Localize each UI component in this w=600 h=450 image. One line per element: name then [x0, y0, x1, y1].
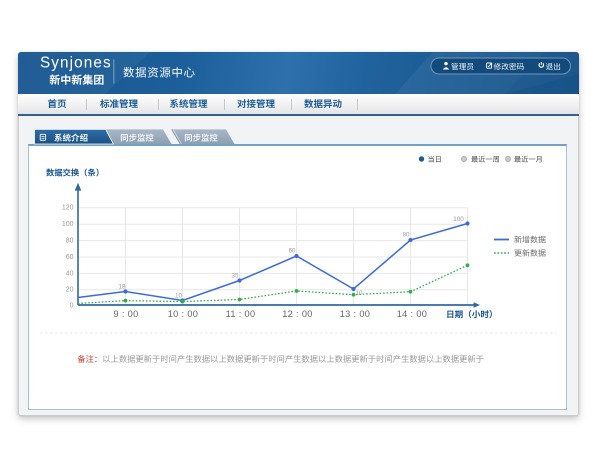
svg-text:120: 120	[62, 205, 74, 212]
svg-text:9 : 00: 9 : 00	[113, 309, 138, 319]
svg-text:80: 80	[402, 231, 410, 238]
svg-text:80: 80	[66, 238, 74, 245]
svg-text:13 : 00: 13 : 00	[340, 309, 371, 319]
svg-text:18: 18	[118, 283, 126, 290]
svg-text:10: 10	[175, 293, 183, 300]
svg-text:20: 20	[66, 287, 74, 294]
svg-text:0: 0	[70, 302, 74, 309]
svg-text:40: 40	[66, 270, 74, 277]
svg-text:11 : 00: 11 : 00	[226, 309, 256, 319]
svg-text:100: 100	[453, 216, 464, 223]
svg-text:10 : 00: 10 : 00	[168, 309, 199, 319]
svg-text:12 : 00: 12 : 00	[282, 309, 313, 319]
svg-text:35: 35	[231, 272, 239, 279]
svg-text:10: 10	[355, 290, 363, 297]
svg-text:14 : 00: 14 : 00	[397, 309, 428, 319]
svg-text:60: 60	[66, 254, 74, 261]
svg-text:60: 60	[288, 247, 296, 254]
svg-text:100: 100	[62, 221, 74, 228]
svg-text:Synjones: Synjones	[40, 55, 112, 72]
